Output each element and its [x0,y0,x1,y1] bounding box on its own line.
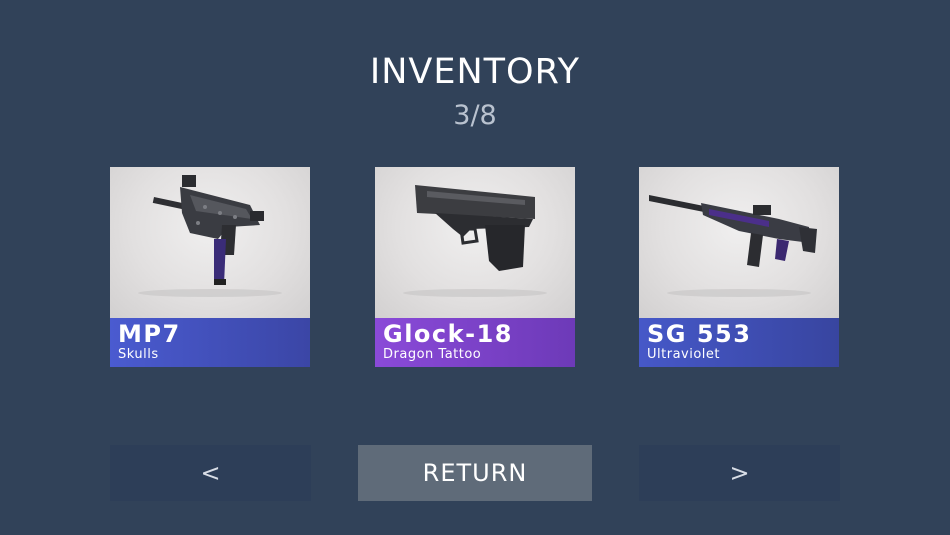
item-label: SG 553 Ultraviolet [639,318,839,367]
item-name: SG 553 [647,320,752,348]
item-card-sg-553[interactable]: SG 553 Ultraviolet [639,167,839,367]
item-name: Glock-18 [383,320,513,348]
item-skin: Dragon Tattoo [383,347,482,362]
item-card-glock-18[interactable]: Glock-18 Dragon Tattoo [375,167,575,367]
previous-page-button[interactable]: < [110,445,311,501]
inventory-title: INVENTORY [369,52,581,92]
item-skin: Skulls [118,347,159,362]
item-name: MP7 [118,320,181,348]
item-skin: Ultraviolet [647,347,721,362]
mp7-smg-icon [110,167,310,318]
glock-pistol-icon [375,167,575,318]
sg553-rifle-icon [639,167,839,318]
item-label: Glock-18 Dragon Tattoo [375,318,575,367]
return-button[interactable]: RETURN [358,445,592,501]
item-label: MP7 Skulls [110,318,310,367]
inventory-page-counter: 3/8 [453,100,497,131]
next-page-button[interactable]: > [639,445,840,501]
item-card-mp7[interactable]: MP7 Skulls [110,167,310,367]
